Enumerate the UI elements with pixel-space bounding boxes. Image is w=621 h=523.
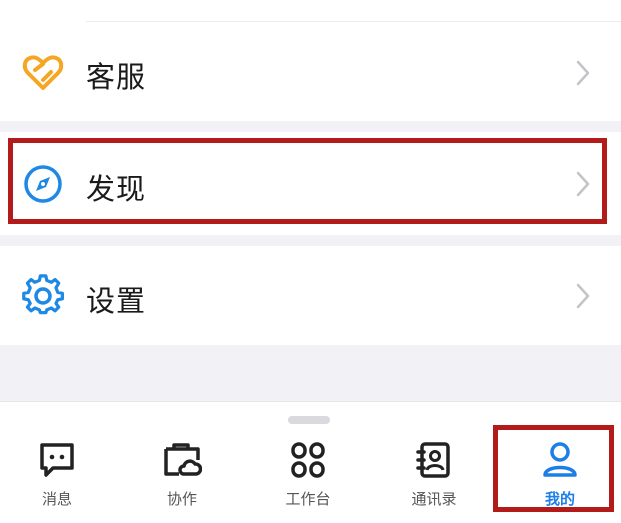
menu-label: 设置 [86, 284, 147, 318]
tab-label: 工作台 [285, 490, 331, 508]
tab-label: 消息 [41, 490, 72, 508]
heart-link-icon [22, 55, 64, 90]
folder-cloud-icon [164, 443, 202, 476]
chevron-right-icon [576, 283, 590, 309]
highlight-box-discover [8, 138, 607, 224]
tab-contacts[interactable]: 通讯录 [374, 440, 494, 516]
tab-workbench[interactable]: 工作台 [248, 440, 368, 516]
menu-item-settings[interactable]: 设置 [0, 246, 621, 345]
menu-label: 客服 [86, 60, 147, 94]
menu-item-customer-service[interactable]: 客服 [0, 22, 621, 121]
menu-section-settings: 设置 [0, 246, 621, 345]
chevron-right-icon [576, 60, 590, 86]
contact-book-icon [416, 442, 450, 478]
gear-icon [22, 274, 65, 315]
tab-label: 通讯录 [411, 490, 457, 508]
grid-icon [291, 442, 325, 478]
tab-collab[interactable]: 协作 [122, 440, 242, 516]
tab-label: 协作 [166, 490, 197, 508]
highlight-box-me-tab [493, 425, 614, 512]
drag-handle[interactable] [288, 416, 330, 424]
menu-section-service: 客服 [0, 0, 621, 121]
chat-bubble-icon [40, 443, 74, 477]
tab-messages[interactable]: 消息 [0, 440, 117, 516]
